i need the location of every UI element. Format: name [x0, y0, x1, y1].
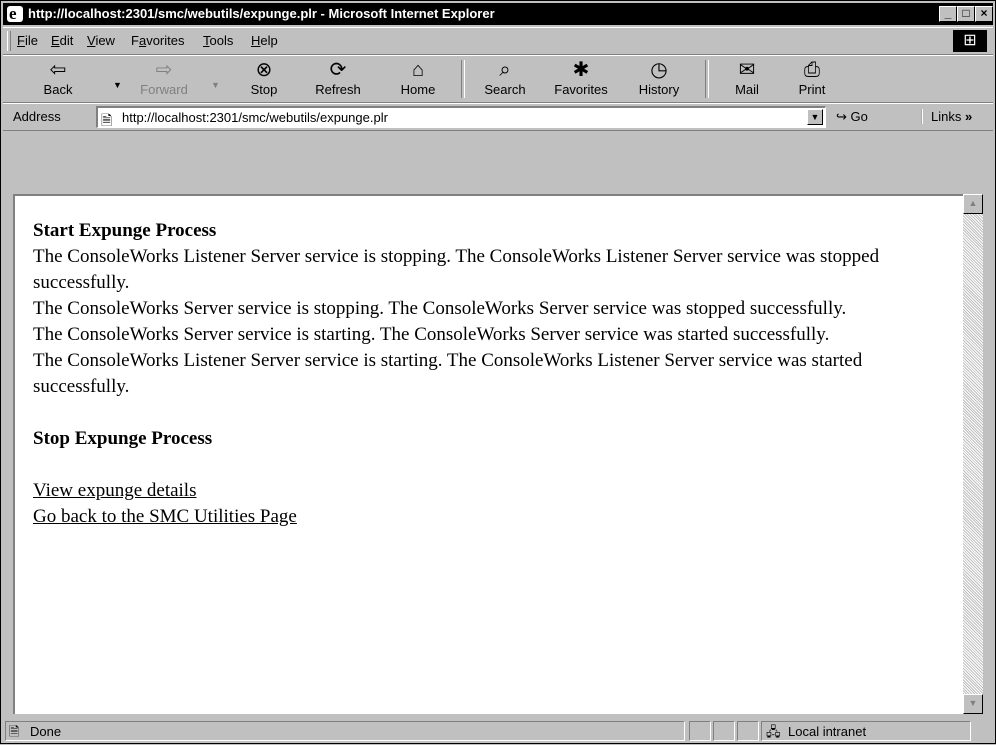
status-line: The ConsoleWorks Listener Server service… — [33, 246, 880, 293]
search-icon: ⌕ — [499, 59, 511, 81]
status-line: The ConsoleWorks Server service is stopp… — [33, 298, 847, 319]
status-cell — [689, 721, 711, 741]
status-line: The ConsoleWorks Server service is start… — [33, 324, 830, 345]
address-label: Address — [13, 109, 61, 124]
address-input[interactable]: 🗎 http://localhost:2301/smc/webutils/exp… — [96, 106, 826, 128]
zone-text: Local intranet — [788, 724, 867, 739]
menu-favorites-rest: vorites — [146, 33, 185, 48]
address-bar: Address 🗎 http://localhost:2301/smc/webu… — [3, 103, 993, 131]
menu-grip[interactable] — [7, 31, 11, 51]
print-button[interactable]: ⎙ Print — [787, 58, 837, 98]
title-bar[interactable]: e http://localhost:2301/smc/webutils/exp… — [3, 3, 993, 25]
home-button[interactable]: ⌂ Home — [388, 58, 448, 98]
menu-edit[interactable]: Edit — [51, 33, 73, 48]
menu-view[interactable]: View — [87, 33, 115, 48]
scroll-up-icon[interactable]: ▲ — [963, 194, 983, 214]
menu-view-rest: iew — [95, 33, 115, 48]
status-text-panel: 🗎 Done — [5, 721, 685, 741]
menu-bar: File Edit View Favorites Tools Help ⊞ — [3, 27, 993, 55]
back-arrow-icon: ⇦ — [49, 59, 67, 81]
ie-logo-icon: e — [7, 4, 23, 23]
menu-tools-rest: ools — [209, 33, 234, 48]
page-content: Start Expunge Process The ConsoleWorks L… — [13, 194, 963, 714]
address-dropdown-icon[interactable]: ▼ — [807, 109, 823, 125]
refresh-icon: ⟳ — [329, 59, 347, 81]
mail-icon: ✉ — [738, 59, 756, 81]
favorites-icon: ✱ — [572, 59, 590, 81]
favorites-button[interactable]: ✱ Favorites — [543, 58, 619, 98]
menu-favorites-pre: F — [131, 33, 139, 48]
start-heading: Start Expunge Process — [33, 220, 217, 241]
intranet-icon: 🖧 — [766, 724, 781, 739]
menu-file[interactable]: File — [17, 33, 38, 48]
back-to-utilities-link[interactable]: Go back to the SMC Utilities Page — [33, 504, 953, 530]
menu-help-rest: elp — [260, 33, 278, 48]
back-dropdown-icon[interactable]: ▼ — [113, 80, 122, 90]
mail-button[interactable]: ✉ Mail — [719, 58, 775, 98]
windows-logo-icon: ⊞ — [953, 30, 987, 52]
stop-heading: Stop Expunge Process — [33, 428, 213, 449]
page-icon: 🗎 — [101, 112, 113, 128]
history-button[interactable]: ◷ History — [627, 58, 691, 98]
back-button[interactable]: ⇦ Back — [33, 58, 83, 98]
minimize-button[interactable]: _ — [939, 6, 957, 22]
status-line: The ConsoleWorks Listener Server service… — [33, 350, 863, 397]
go-arrow-icon: ↪ — [836, 109, 847, 124]
stop-button[interactable]: ⊗ Stop — [239, 58, 289, 98]
search-button[interactable]: ⌕ Search — [473, 58, 537, 98]
vertical-scrollbar[interactable]: ▲ ▼ — [963, 194, 983, 714]
home-icon: ⌂ — [411, 59, 425, 81]
page-done-icon: 🗎 — [9, 724, 20, 739]
status-cell — [737, 721, 759, 741]
toolbar-separator — [705, 60, 709, 98]
links-button[interactable]: Links » — [921, 109, 972, 124]
history-icon: ◷ — [650, 59, 668, 81]
menu-edit-rest: dit — [59, 33, 74, 48]
status-cell — [713, 721, 735, 741]
menu-tools[interactable]: Tools — [203, 33, 233, 48]
toolbar-separator — [461, 60, 465, 98]
close-button[interactable]: × — [975, 6, 993, 22]
window-title: http://localhost:2301/smc/webutils/expun… — [28, 6, 495, 21]
page-body: Start Expunge Process The ConsoleWorks L… — [33, 218, 953, 530]
status-bar: 🗎 Done 🖧 Local intranet — [3, 719, 993, 743]
forward-dropdown-icon[interactable]: ▼ — [211, 80, 220, 90]
toolbar: ⇦ Back ▼ ⇨ Forward ▼ ⊗ Stop ⟳ Refresh ⌂ … — [3, 55, 993, 103]
chevron-right-icon: » — [964, 109, 973, 124]
print-icon: ⎙ — [804, 59, 820, 81]
forward-button[interactable]: ⇨ Forward — [129, 58, 199, 98]
go-button[interactable]: ↪ Go — [836, 109, 868, 125]
forward-arrow-icon: ⇨ — [155, 59, 173, 81]
refresh-button[interactable]: ⟳ Refresh — [303, 58, 373, 98]
scroll-down-icon[interactable]: ▼ — [963, 694, 983, 714]
stop-icon: ⊗ — [255, 59, 273, 81]
view-details-link[interactable]: View expunge details — [33, 478, 953, 504]
browser-window: e http://localhost:2301/smc/webutils/exp… — [0, 0, 996, 744]
address-url[interactable]: http://localhost:2301/smc/webutils/expun… — [122, 110, 388, 125]
menu-favorites[interactable]: Favorites — [131, 33, 184, 48]
security-zone: 🖧 Local intranet — [761, 721, 971, 741]
menu-file-rest: ile — [24, 33, 38, 48]
maximize-button[interactable]: □ — [957, 6, 975, 22]
status-text: Done — [30, 724, 62, 739]
menu-help[interactable]: Help — [251, 33, 278, 48]
